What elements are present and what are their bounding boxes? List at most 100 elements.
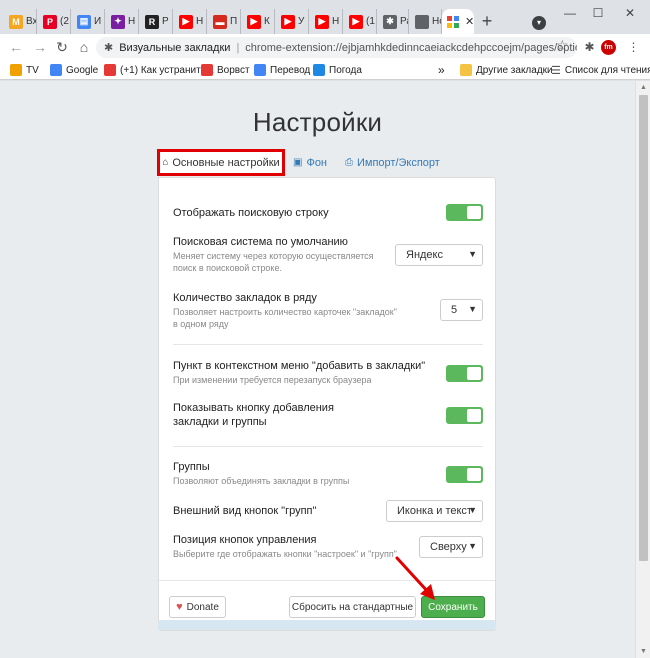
tab-favicon-icon: ▶ <box>315 14 329 29</box>
browser-tab-active[interactable]: ✕ <box>442 9 474 34</box>
other-bookmarks-folder[interactable]: Другие закладки <box>460 62 553 78</box>
bookmark-star-icon[interactable]: ☆ <box>556 37 569 54</box>
reading-list-button[interactable]: ☰ Список для чтения <box>551 62 650 78</box>
reading-list-label: Список для чтения <box>564 64 650 76</box>
extensions-puzzle-icon[interactable]: ✱ <box>582 40 597 55</box>
bookmark-item[interactable]: Google <box>50 62 98 78</box>
groups-toggle[interactable] <box>446 466 483 483</box>
tab-label: Основные настройки <box>172 156 280 169</box>
bookmarks-overflow-icon[interactable]: » <box>438 62 445 78</box>
bookmark-favicon-icon <box>201 64 213 76</box>
close-window-icon[interactable]: ✕ <box>623 6 637 20</box>
group-buttons-look-select[interactable]: Иконка и текст ▼ <box>386 500 483 522</box>
tab-label: Вх <box>26 16 37 27</box>
browser-tab[interactable]: RР <box>140 9 173 34</box>
select-value: Яндекс <box>406 249 443 261</box>
minimize-icon[interactable]: — <box>563 6 577 20</box>
setting-context-menu: Пункт в контекстном меню "добавить в зак… <box>173 359 483 389</box>
tab-label: (2 <box>60 16 69 27</box>
section-divider <box>159 580 495 581</box>
search-bar-toggle[interactable] <box>446 204 483 221</box>
forward-icon[interactable]: → <box>32 39 48 55</box>
setting-search-bar: Отображать поисковую строку <box>173 204 483 224</box>
address-bar[interactable]: ✱ Визуальные закладки | chrome-extension… <box>96 37 577 58</box>
select-value: Сверху <box>430 541 467 553</box>
new-tab-button[interactable]: + <box>478 12 496 31</box>
chevron-down-icon: ▼ <box>468 541 477 551</box>
browser-tab[interactable]: ▶ У <box>276 9 309 34</box>
bookmark-item[interactable]: TV <box>10 62 39 78</box>
bookmark-count-select[interactable]: 5 ▼ <box>440 299 483 321</box>
back-icon[interactable]: ← <box>8 39 24 55</box>
tab-label: И <box>94 16 102 27</box>
bookmark-item[interactable]: Ворвст <box>201 62 250 78</box>
browser-tab[interactable]: ▶ Н <box>310 9 343 34</box>
browser-tab[interactable]: ✦ Н <box>106 9 139 34</box>
browser-tab[interactable]: ▶ (1 <box>344 9 377 34</box>
tab-label: Р <box>162 16 169 27</box>
browser-tab[interactable]: ▶ К <box>242 9 275 34</box>
tab-basic-settings[interactable]: ⌂ Основные настройки <box>157 149 285 176</box>
donate-label: Donate <box>186 601 219 613</box>
browser-tab[interactable]: ▤ И <box>72 9 105 34</box>
home-icon[interactable]: ⌂ <box>76 39 92 55</box>
add-button-toggle[interactable] <box>446 407 483 424</box>
scroll-thumb[interactable] <box>639 95 648 561</box>
setting-title: Количество закладок в ряду <box>173 292 317 304</box>
select-value: 5 <box>451 304 458 316</box>
donate-button[interactable]: ♥ Donate <box>169 596 226 618</box>
reload-icon[interactable]: ↻ <box>54 39 70 55</box>
reading-list-icon: ☰ <box>551 64 561 77</box>
close-tab-icon[interactable]: ✕ <box>465 15 474 28</box>
bookmark-label: Ворвст <box>217 64 250 76</box>
bookmark-label: TV <box>26 64 39 76</box>
browser-tab[interactable]: M Вх <box>4 9 37 34</box>
save-label: Сохранить <box>428 601 478 613</box>
print-icon: ⎙ <box>345 157 353 168</box>
url-separator: | <box>236 41 240 54</box>
tab-favicon-icon: P <box>43 14 57 29</box>
bookmark-label: Google <box>66 64 99 76</box>
browser-tab[interactable]: ▶ Н <box>174 9 207 34</box>
bookmark-item[interactable]: Перевод <box>254 62 310 78</box>
context-menu-toggle[interactable] <box>446 365 483 382</box>
select-value: Иконка и текст <box>397 505 472 517</box>
tab-label: (1 <box>366 16 375 27</box>
tab-background[interactable]: ▣ Фон <box>293 149 327 176</box>
page-scrollbar[interactable]: ▲ ▼ <box>635 81 650 658</box>
setting-title: Показывать кнопку добавления закладки и … <box>173 402 334 428</box>
tab-search-icon[interactable]: ▾ <box>532 16 546 30</box>
browser-tab[interactable]: ✱Ра <box>378 9 409 34</box>
tab-favicon-icon: ▬ <box>213 14 227 29</box>
bookmark-favicon-icon <box>313 64 325 76</box>
tab-favicon-icon: ▶ <box>281 14 295 29</box>
menu-icon[interactable]: ⋮ <box>626 40 641 55</box>
browser-tab[interactable]: P (2 <box>38 9 71 34</box>
bookmark-favicon-icon <box>10 64 22 76</box>
browser-tab[interactable]: Нова <box>410 9 442 34</box>
tab-label: Н <box>128 16 136 27</box>
tab-label: Фон <box>306 156 328 169</box>
browser-tab[interactable]: ▬ П <box>208 9 241 34</box>
annotation-arrow-icon <box>395 556 435 600</box>
setting-group-buttons-look: Внешний вид кнопок "групп" Иконка и текс… <box>173 500 483 524</box>
setting-desc: Позволяют объединять закладки в группы <box>173 476 350 486</box>
section-divider <box>173 446 483 447</box>
tab-favicon-icon: ✦ <box>111 14 125 29</box>
bookmark-item[interactable]: (+1) Как устранить... <box>104 62 214 78</box>
browser-toolbar: ← → ↻ ⌂ ✱ Визуальные закладки | chrome-e… <box>0 34 650 60</box>
bookmark-favicon-icon <box>254 64 266 76</box>
tab-favicon-icon: ▤ <box>77 14 91 29</box>
scroll-up-icon[interactable]: ▲ <box>636 84 650 91</box>
search-engine-select[interactable]: Яндекс ▼ <box>395 244 483 266</box>
folder-icon <box>460 64 472 76</box>
scroll-down-icon[interactable]: ▼ <box>636 648 650 655</box>
tab-import-export[interactable]: ⎙ Импорт/Экспорт <box>345 149 440 176</box>
page-title: Настройки <box>252 107 383 137</box>
maximize-icon[interactable]: ☐ <box>591 6 605 20</box>
bookmark-item[interactable]: Погода <box>313 62 362 78</box>
bookmark-label: Погода <box>329 64 362 76</box>
profile-avatar[interactable]: fm <box>601 40 616 55</box>
setting-add-button: Показывать кнопку добавления закладки и … <box>173 401 483 431</box>
url-text: chrome-extension://ejbjamhkdedinncaeiack… <box>245 41 577 54</box>
